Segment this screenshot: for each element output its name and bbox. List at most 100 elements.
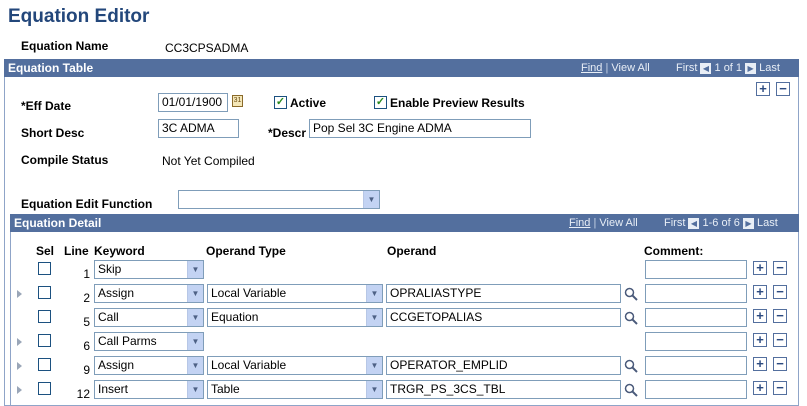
row-select-checkbox[interactable] bbox=[38, 358, 51, 371]
magnifier-icon[interactable] bbox=[624, 359, 638, 373]
chevron-down-icon: ▼ bbox=[187, 333, 203, 350]
col-operand-type: Operand Type bbox=[206, 244, 286, 258]
delete-detail-row-button[interactable]: − bbox=[773, 357, 787, 371]
eff-date-input[interactable]: 01/01/1900 bbox=[158, 93, 228, 112]
short-desc-input[interactable]: 3C ADMA bbox=[158, 119, 239, 138]
equation-table-view-all-link[interactable]: View All bbox=[611, 62, 649, 74]
chevron-down-icon: ▼ bbox=[366, 357, 382, 374]
next-arrow-icon[interactable]: ▶ bbox=[742, 217, 754, 229]
add-detail-row-button[interactable]: + bbox=[753, 309, 767, 323]
chevron-down-icon: ▼ bbox=[366, 309, 382, 326]
enable-preview-label: Enable Preview Results bbox=[390, 96, 525, 110]
enable-preview-checkbox[interactable]: ✓ bbox=[374, 96, 387, 109]
comment-input[interactable] bbox=[645, 380, 747, 399]
chevron-down-icon: ▼ bbox=[187, 381, 203, 398]
row-select-checkbox[interactable] bbox=[38, 334, 51, 347]
keyword-value: Assign bbox=[98, 286, 135, 300]
operand-type-select[interactable]: Table ▼ bbox=[207, 380, 383, 399]
equation-detail-view-all-link[interactable]: View All bbox=[599, 217, 637, 229]
operand-type-value: Table bbox=[211, 382, 240, 396]
row-select-checkbox[interactable] bbox=[38, 262, 51, 275]
add-detail-row-button[interactable]: + bbox=[753, 381, 767, 395]
equation-name-label: Equation Name bbox=[21, 39, 109, 53]
add-detail-row-button[interactable]: + bbox=[753, 261, 767, 275]
add-detail-row-button[interactable]: + bbox=[753, 357, 767, 371]
calendar-icon[interactable]: 31 bbox=[232, 95, 243, 107]
add-detail-row-button[interactable]: + bbox=[753, 333, 767, 347]
expand-row-icon[interactable] bbox=[17, 362, 22, 370]
prev-arrow-icon[interactable]: ◀ bbox=[700, 62, 712, 74]
chevron-down-icon: ▼ bbox=[366, 381, 382, 398]
equation-detail-count: 1-6 of 6 bbox=[702, 217, 740, 229]
descr-label: *Descr bbox=[268, 126, 307, 140]
expand-row-icon[interactable] bbox=[17, 386, 22, 394]
next-arrow-icon[interactable]: ▶ bbox=[745, 62, 757, 74]
col-comment: Comment: bbox=[644, 244, 704, 258]
chevron-down-icon: ▼ bbox=[366, 285, 382, 302]
add-row-button[interactable]: + bbox=[756, 82, 770, 96]
eff-date-label: *Eff Date bbox=[21, 99, 72, 113]
delete-detail-row-button[interactable]: − bbox=[773, 261, 787, 275]
operand-type-value: Equation bbox=[211, 310, 259, 324]
row-line-number: 5 bbox=[83, 315, 90, 329]
col-keyword: Keyword bbox=[94, 244, 145, 258]
keyword-select[interactable]: Skip ▼ bbox=[94, 260, 204, 279]
keyword-select[interactable]: Insert ▼ bbox=[94, 380, 204, 399]
keyword-select[interactable]: Assign ▼ bbox=[94, 284, 204, 303]
delete-detail-row-button[interactable]: − bbox=[773, 309, 787, 323]
equation-table-header: Equation Table Find | View All First ◀ 1… bbox=[4, 59, 799, 77]
descr-input[interactable]: Pop Sel 3C Engine ADMA bbox=[309, 119, 531, 138]
magnifier-icon[interactable] bbox=[624, 383, 638, 397]
equation-table-last-link[interactable]: Last bbox=[759, 62, 780, 74]
equation-detail-first-link[interactable]: First bbox=[664, 217, 685, 229]
equation-table-first-link[interactable]: First bbox=[676, 62, 697, 74]
expand-row-icon[interactable] bbox=[17, 290, 22, 298]
row-select-checkbox[interactable] bbox=[38, 310, 51, 323]
delete-detail-row-button[interactable]: − bbox=[773, 381, 787, 395]
compile-status-label: Compile Status bbox=[21, 153, 109, 167]
operand-input[interactable]: OPERATOR_EMPLID bbox=[386, 356, 621, 375]
operand-type-select[interactable]: Local Variable ▼ bbox=[207, 284, 383, 303]
operand-type-value: Local Variable bbox=[211, 286, 287, 300]
prev-arrow-icon[interactable]: ◀ bbox=[688, 217, 700, 229]
comment-input[interactable] bbox=[645, 356, 747, 375]
magnifier-icon[interactable] bbox=[624, 287, 638, 301]
col-line: Line bbox=[64, 244, 89, 258]
equation-detail-last-link[interactable]: Last bbox=[757, 217, 778, 229]
equation-detail-header: Equation Detail Find | View All First ◀ … bbox=[10, 214, 799, 232]
delete-row-button[interactable]: − bbox=[776, 82, 790, 96]
operand-type-select[interactable]: Equation ▼ bbox=[207, 308, 383, 327]
expand-row-icon[interactable] bbox=[17, 338, 22, 346]
magnifier-icon[interactable] bbox=[624, 311, 638, 325]
edit-function-select[interactable]: ▼ bbox=[178, 190, 380, 209]
row-line-number: 2 bbox=[83, 291, 90, 305]
operand-input[interactable]: TRGR_PS_3CS_TBL bbox=[386, 380, 621, 399]
keyword-value: Skip bbox=[98, 262, 122, 276]
add-detail-row-button[interactable]: + bbox=[753, 285, 767, 299]
keyword-value: Insert bbox=[98, 382, 129, 396]
keyword-select[interactable]: Assign ▼ bbox=[94, 356, 204, 375]
keyword-select[interactable]: Call ▼ bbox=[94, 308, 204, 327]
keyword-value: Call bbox=[98, 310, 119, 324]
delete-detail-row-button[interactable]: − bbox=[773, 285, 787, 299]
active-checkbox[interactable]: ✓ bbox=[274, 96, 287, 109]
operand-type-select[interactable]: Local Variable ▼ bbox=[207, 356, 383, 375]
keyword-value: Call Parms bbox=[98, 334, 157, 348]
comment-input[interactable] bbox=[645, 284, 747, 303]
row-select-checkbox[interactable] bbox=[38, 286, 51, 299]
row-line-number: 6 bbox=[83, 339, 90, 353]
comment-input[interactable] bbox=[645, 332, 747, 351]
delete-detail-row-button[interactable]: − bbox=[773, 333, 787, 347]
row-select-checkbox[interactable] bbox=[38, 382, 51, 395]
equation-name-value: CC3CPSADMA bbox=[165, 41, 249, 55]
active-label: Active bbox=[290, 96, 327, 110]
comment-input[interactable] bbox=[645, 260, 747, 279]
comment-input[interactable] bbox=[645, 308, 747, 327]
operand-input[interactable]: OPRALIASTYPE bbox=[386, 284, 621, 303]
equation-table-find-link[interactable]: Find bbox=[581, 62, 602, 74]
keyword-select[interactable]: Call Parms ▼ bbox=[94, 332, 204, 351]
short-desc-label: Short Desc bbox=[21, 126, 85, 140]
operand-input[interactable]: CCGETOPALIAS bbox=[386, 308, 621, 327]
chevron-down-icon: ▼ bbox=[187, 309, 203, 326]
equation-detail-find-link[interactable]: Find bbox=[569, 217, 590, 229]
